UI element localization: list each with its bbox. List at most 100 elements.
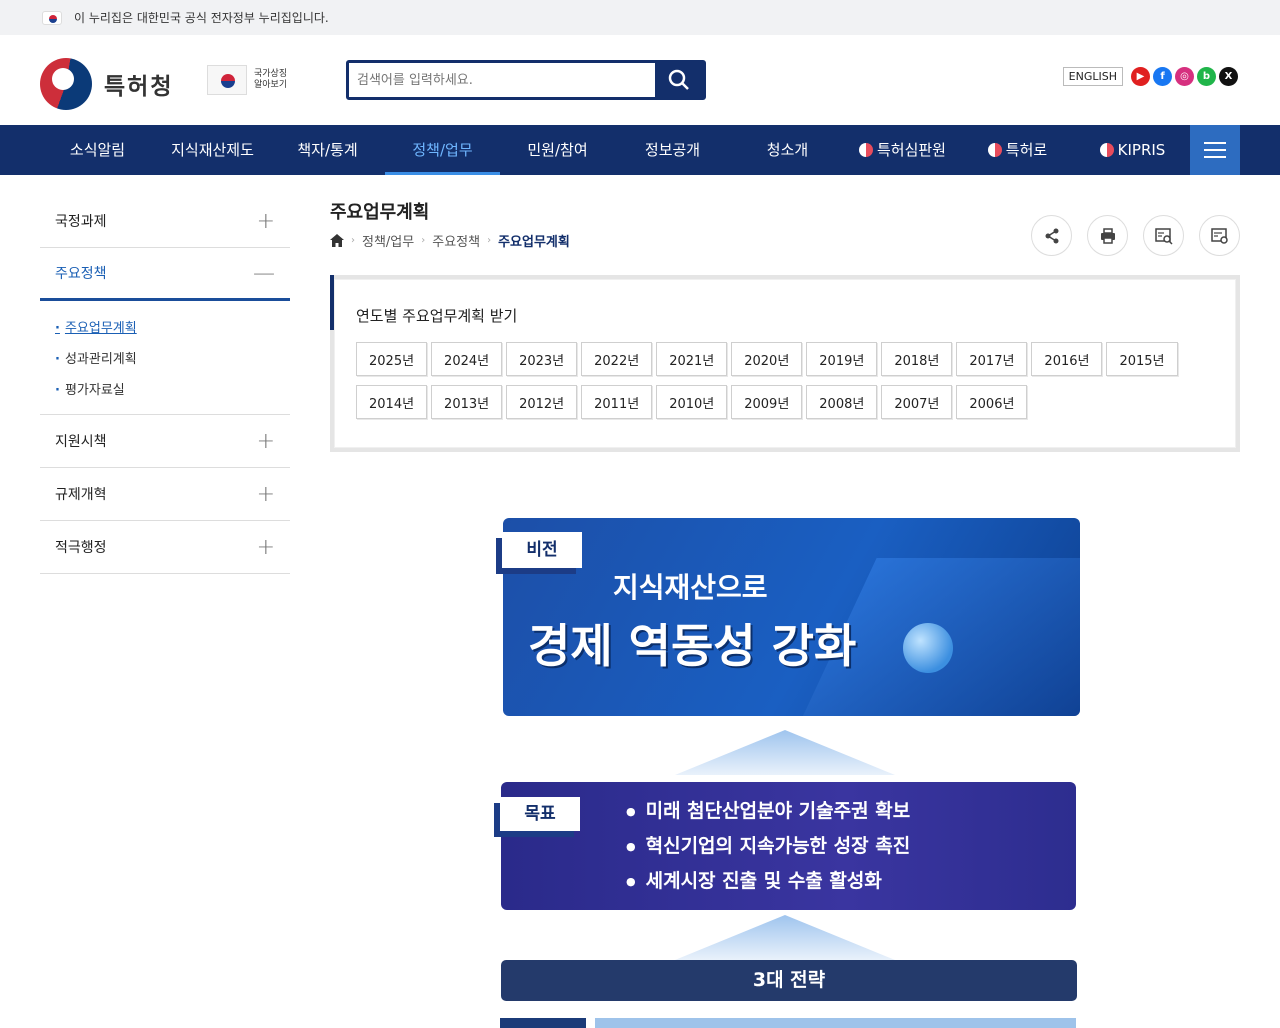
- print-button[interactable]: [1087, 215, 1128, 256]
- strategy-tab-light: [595, 1018, 1076, 1028]
- lnb-group-label: 지원시책: [55, 434, 107, 450]
- search-icon: [668, 69, 689, 90]
- lnb-group-major-policy[interactable]: 주요정책 —: [40, 248, 290, 301]
- breadcrumb-item[interactable]: 정책/업무: [362, 231, 414, 250]
- goal-item: 세계시장 진출 및 수출 활성화: [626, 864, 910, 899]
- goal-item: 혁신기업의 지속가능한 성장 촉진: [626, 829, 911, 864]
- search-input[interactable]: [349, 63, 655, 97]
- gnb-item-policy[interactable]: 정책/업무: [385, 125, 500, 175]
- lnb-group-support[interactable]: 지원시책 +: [40, 415, 290, 468]
- gnb-item-label: 특허로: [1005, 141, 1048, 159]
- year-button[interactable]: 2022년: [581, 342, 653, 376]
- year-button[interactable]: 2017년: [956, 342, 1028, 376]
- national-symbol-link[interactable]: 국가상징 알아보기: [207, 65, 294, 95]
- plus-icon: +: [256, 208, 275, 234]
- taeguk-logo-icon: [40, 58, 92, 110]
- year-button-list: 2025년 2024년 2023년 2022년 2021년 2020년 2019…: [356, 342, 1216, 419]
- gnb-item-ip-system[interactable]: 지식재산제도: [155, 125, 270, 175]
- plus-icon: +: [256, 428, 275, 454]
- gnb-item-news[interactable]: 소식알림: [40, 125, 155, 175]
- english-link[interactable]: ENGLISH: [1062, 67, 1123, 86]
- korea-flag-icon: [42, 10, 62, 25]
- lnb-sub-evaluation[interactable]: 평가자료실: [55, 375, 275, 406]
- print-icon: [1100, 227, 1115, 244]
- share-icon: [1045, 228, 1058, 243]
- vision-subtitle: 지식재산으로: [613, 571, 768, 604]
- plus-icon: +: [256, 534, 275, 560]
- gnb-item-civil[interactable]: 민원/참여: [500, 125, 615, 175]
- blog-icon[interactable]: b: [1197, 67, 1216, 86]
- year-button[interactable]: 2014년: [356, 385, 428, 419]
- goal-item: 미래 첨단산업분야 기술주권 확보: [626, 794, 911, 829]
- breadcrumb: › 정책/업무 › 주요정책 › 주요업무계획: [330, 231, 570, 250]
- year-button[interactable]: 2020년: [731, 342, 803, 376]
- all-menu-button[interactable]: [1190, 125, 1240, 175]
- gnb-item-info[interactable]: 정보공개: [615, 125, 730, 175]
- lnb-group-label: 주요정책: [55, 266, 107, 282]
- arrow-up-icon: [675, 915, 895, 960]
- chevron-right-icon: ›: [351, 235, 355, 246]
- globe-icon: [903, 623, 953, 673]
- year-button[interactable]: 2019년: [806, 342, 878, 376]
- korea-flag-icon: [207, 65, 247, 95]
- year-button[interactable]: 2008년: [806, 385, 878, 419]
- youtube-icon[interactable]: ▶: [1131, 67, 1150, 86]
- gnb-item-patentro[interactable]: 특허로: [960, 125, 1075, 175]
- share-button[interactable]: [1031, 215, 1072, 256]
- year-button[interactable]: 2025년: [356, 342, 428, 376]
- year-button[interactable]: 2013년: [431, 385, 503, 419]
- gov-notice-text[interactable]: 이 누리집은 대한민국 공식 전자정부 누리집입니다.: [74, 9, 329, 26]
- page-title: 주요업무계획: [330, 202, 430, 223]
- facebook-icon[interactable]: f: [1153, 67, 1172, 86]
- gnb-item-kipris[interactable]: KIPRIS: [1075, 125, 1190, 175]
- lnb-group-national-tasks[interactable]: 국정과제 +: [40, 195, 290, 248]
- gnb-item-label: 특허심판원: [876, 141, 946, 159]
- doc-download-button[interactable]: [1199, 215, 1240, 256]
- year-button[interactable]: 2021년: [656, 342, 728, 376]
- year-button[interactable]: 2010년: [656, 385, 728, 419]
- gnb-item-about[interactable]: 청소개: [730, 125, 845, 175]
- lnb-sub-list: 주요업무계획 성과관리계획 평가자료실: [40, 301, 290, 415]
- year-button[interactable]: 2016년: [1031, 342, 1103, 376]
- year-button[interactable]: 2007년: [881, 385, 953, 419]
- vision-banner: 지식재산으로 경제 역동성 강화: [503, 518, 1080, 716]
- year-button[interactable]: 2018년: [881, 342, 953, 376]
- year-button[interactable]: 2024년: [431, 342, 503, 376]
- lnb-group-label: 국정과제: [55, 214, 107, 230]
- lnb-group-regulation[interactable]: 규제개혁 +: [40, 468, 290, 521]
- gnb-item-tribunal[interactable]: 특허심판원: [845, 125, 960, 175]
- gov-notice-bar: 이 누리집은 대한민국 공식 전자정부 누리집입니다.: [0, 0, 1280, 35]
- search-box: [346, 60, 706, 100]
- minus-icon: —: [253, 260, 275, 286]
- header: 특허청 국가상징 알아보기 ENGLISH ▶ f ◎ b X: [0, 35, 1280, 125]
- year-button[interactable]: 2012년: [506, 385, 578, 419]
- year-button[interactable]: 2006년: [956, 385, 1028, 419]
- plus-icon: +: [256, 481, 275, 507]
- lnb-sub-work-plan[interactable]: 주요업무계획: [55, 313, 275, 344]
- lnb-group-label: 규제개혁: [55, 487, 107, 503]
- strategy-tab-dark: [500, 1018, 586, 1028]
- site-logo[interactable]: 특허청: [40, 58, 173, 110]
- main-navigation: 소식알림 지식재산제도 책자/통계 정책/업무 민원/참여 정보공개 청소개 특…: [0, 125, 1280, 175]
- year-button[interactable]: 2009년: [731, 385, 803, 419]
- chevron-right-icon: ›: [421, 235, 426, 246]
- x-icon[interactable]: X: [1219, 67, 1238, 86]
- instagram-icon[interactable]: ◎: [1175, 67, 1194, 86]
- page-tools: [1031, 215, 1240, 256]
- year-button[interactable]: 2015년: [1106, 342, 1178, 376]
- search-button[interactable]: [655, 63, 703, 97]
- kipo-swirl-icon: [858, 143, 873, 157]
- vision-tag: 비전: [502, 532, 582, 568]
- gnb-item-books-stats[interactable]: 책자/통계: [270, 125, 385, 175]
- lnb-sub-performance-plan[interactable]: 성과관리계획: [55, 344, 275, 375]
- home-icon[interactable]: [330, 234, 344, 247]
- doc-viewer-button[interactable]: [1143, 215, 1184, 256]
- year-button[interactable]: 2023년: [506, 342, 578, 376]
- lnb-group-proactive[interactable]: 적극행정 +: [40, 521, 290, 574]
- box-accent: [330, 275, 334, 330]
- lnb-group-label: 적극행정: [55, 540, 107, 556]
- year-button[interactable]: 2011년: [581, 385, 653, 419]
- side-navigation: 국정과제 + 주요정책 — 주요업무계획 성과관리계획 평가자료실 지원시책 + 규제…: [40, 195, 290, 574]
- year-download-box: 연도별 주요업무계획 받기 2025년 2024년 2023년 2022년 20…: [330, 275, 1240, 452]
- breadcrumb-item[interactable]: 주요정책: [432, 231, 480, 250]
